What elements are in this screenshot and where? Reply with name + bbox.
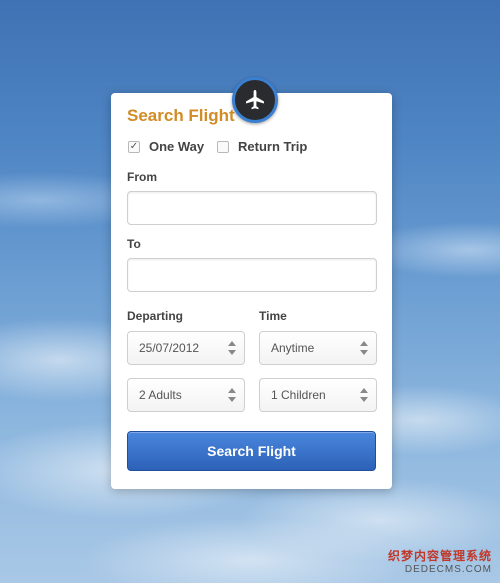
one-way-checkbox[interactable]: ✓ — [128, 140, 140, 153]
to-input[interactable] — [127, 258, 377, 292]
watermark: 织梦内容管理系统 DEDECMS.COM — [388, 547, 492, 575]
form-title: Search Flight — [127, 106, 235, 125]
select-arrows-icon — [228, 341, 236, 355]
time-label: Time — [259, 309, 287, 323]
adults-value: 2 Adults — [139, 388, 182, 402]
children-value: 1 Children — [271, 388, 326, 402]
departing-date-value: 25/07/2012 — [139, 341, 200, 355]
select-arrows-icon — [360, 341, 368, 355]
from-label: From — [127, 170, 157, 184]
search-flight-button[interactable]: Search Flight — [127, 431, 376, 471]
children-select[interactable]: 1 Children — [259, 378, 377, 412]
search-flight-card: Search Flight ✓ One Way Return Trip From… — [111, 93, 392, 489]
one-way-label: One Way — [149, 139, 205, 154]
plane-badge — [232, 77, 278, 123]
return-trip-label: Return Trip — [238, 139, 308, 154]
from-input[interactable] — [127, 191, 377, 225]
departing-label: Departing — [127, 309, 184, 323]
airplane-icon — [246, 90, 264, 110]
watermark-cn: 织梦内容管理系统 — [387, 549, 492, 563]
departing-date-select[interactable]: 25/07/2012 — [127, 331, 245, 365]
time-value: Anytime — [271, 341, 315, 355]
return-trip-option[interactable]: Return Trip — [217, 139, 307, 154]
watermark-en: DEDECMS.COM — [404, 564, 492, 575]
select-arrows-icon — [228, 388, 236, 402]
time-select[interactable]: Anytime — [259, 331, 377, 365]
adults-select[interactable]: 2 Adults — [127, 378, 245, 412]
to-label: To — [127, 237, 141, 251]
return-trip-checkbox[interactable] — [217, 140, 229, 153]
select-arrows-icon — [360, 388, 368, 402]
one-way-option[interactable]: ✓ One Way — [128, 139, 204, 154]
